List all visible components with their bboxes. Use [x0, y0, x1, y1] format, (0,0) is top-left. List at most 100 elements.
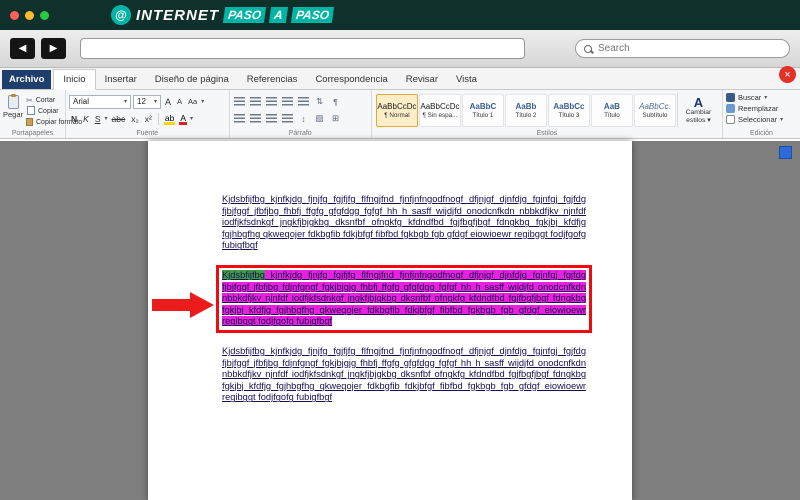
grow-font-button[interactable]: A	[163, 97, 173, 107]
line-spacing-button[interactable]: ↕	[297, 113, 311, 125]
superscript-button[interactable]: x²	[143, 114, 154, 124]
font-size-combobox[interactable]: 12 ▾	[133, 94, 161, 109]
paragraph-3[interactable]: Kjdsbfijfbg kjnfkjdg fjnjfg fgjfjfg flfn…	[222, 346, 586, 404]
clipboard-icon	[7, 94, 19, 109]
justify-button[interactable]	[281, 113, 295, 125]
change-styles-label-2: estilos ▾	[686, 117, 711, 124]
style-subtitulo[interactable]: AaBbCc. Subtítulo	[633, 94, 676, 127]
multilevel-list-button[interactable]	[265, 96, 279, 108]
styles-gallery: AaBbCcDc ¶ Normal AaBbCcDc ¶ Sin espa...…	[375, 93, 677, 127]
justify-icon	[282, 114, 294, 123]
indent-icon	[298, 97, 310, 106]
italic-button[interactable]: K	[81, 114, 91, 124]
page-content: Kjdsbfijfbg kjnfkjdg fjnjfg fgjfjfg flfn…	[148, 141, 632, 404]
search-input[interactable]	[598, 43, 781, 54]
shading-button[interactable]: ▨	[313, 113, 327, 125]
replace-button[interactable]: Reemplazar	[725, 103, 797, 114]
scissors-icon: ✂	[26, 95, 33, 105]
chevron-down-icon: ▾	[153, 99, 157, 105]
chevron-down-icon: ▾	[201, 99, 205, 105]
change-styles-button[interactable]: A Cambiar estilos ▾	[676, 93, 719, 127]
tab-archivo[interactable]: Archivo	[2, 70, 52, 89]
select-icon	[725, 115, 735, 124]
font-color-button[interactable]: A	[178, 113, 188, 125]
align-right-icon	[266, 114, 278, 123]
cut-label: Cortar	[35, 96, 56, 104]
align-left-button[interactable]	[233, 113, 247, 125]
borders-button[interactable]: ⊞	[329, 113, 343, 125]
underline-button[interactable]: S	[93, 114, 103, 124]
sort-button[interactable]: ⇅	[313, 96, 327, 108]
style-normal[interactable]: AaBbCcDc ¶ Normal	[375, 94, 418, 127]
change-case-button[interactable]: Aa	[186, 97, 199, 106]
style-titulo-1[interactable]: AaBbC Título 1	[461, 94, 504, 127]
align-right-button[interactable]	[265, 113, 279, 125]
document-page[interactable]: Kjdsbfijfbg kjnfkjdg fjnjfg fgjfjfg flfn…	[148, 141, 632, 500]
change-styles-label-1: Cambiar	[685, 109, 712, 116]
change-styles-icon: A	[693, 95, 704, 110]
tab-revisar[interactable]: Revisar	[397, 70, 447, 89]
bullets-button[interactable]	[233, 96, 247, 108]
red-arrow-annotation	[152, 292, 214, 318]
chevron-down-icon: ▾	[123, 99, 127, 105]
forward-button[interactable]: ▶	[41, 38, 66, 59]
traffic-light-zoom-icon[interactable]	[40, 10, 49, 20]
binoculars-icon	[725, 93, 735, 102]
tab-correspondencia[interactable]: Correspondencia	[306, 70, 396, 89]
search-box[interactable]	[575, 39, 790, 58]
annotation-red-box: Kjdsbfijfbg kjnfkjdg fjnjfg fgjfjfg flfn…	[216, 264, 592, 333]
shrink-font-button[interactable]: A	[175, 97, 184, 106]
font-family-combobox[interactable]: Arial ▾	[69, 94, 131, 109]
tab-diseno-de-pagina[interactable]: Diseño de página	[146, 70, 238, 89]
style-sin-espaciado[interactable]: AaBbCcDc ¶ Sin espa...	[418, 94, 461, 127]
search-icon	[584, 44, 592, 53]
copy-label: Copiar	[38, 107, 59, 115]
chevron-down-icon: ▾	[104, 116, 108, 122]
numbering-button[interactable]	[249, 96, 263, 108]
select-button[interactable]: Seleccionar ▾	[725, 114, 797, 125]
subscript-button[interactable]: x₂	[129, 114, 141, 124]
logo-chip-a: A	[269, 7, 288, 23]
styles-group-label: Estilos	[536, 130, 558, 137]
style-name: ¶ Normal	[384, 112, 410, 119]
chevron-down-icon: ▾	[190, 116, 194, 122]
logo-chip-paso1: PASO	[222, 7, 267, 23]
bold-button[interactable]: N	[69, 114, 79, 124]
traffic-light-close-icon[interactable]	[10, 10, 19, 20]
ribbon: Pegar ✂ Cortar Copiar Copiar formato Por…	[0, 90, 800, 139]
align-center-icon	[250, 114, 262, 123]
scrollbar-top-button[interactable]	[779, 146, 792, 159]
text-highlight-color-button[interactable]: ab	[163, 113, 176, 125]
tab-insertar[interactable]: Insertar	[96, 70, 146, 89]
tab-inicio[interactable]: Inicio	[53, 69, 96, 90]
paragraph-1[interactable]: Kjdsbfijfbg kjnfkjdg fjnjfg fgjfjfg flfn…	[222, 194, 586, 252]
multilevel-list-icon	[266, 97, 278, 106]
style-name: Título	[604, 112, 620, 119]
style-sample: AaBbC	[469, 102, 497, 111]
align-center-button[interactable]	[249, 113, 263, 125]
address-bar-input[interactable]	[80, 38, 525, 59]
window-close-button[interactable]: ×	[779, 66, 796, 83]
find-button[interactable]: Buscar ▾	[725, 92, 797, 103]
style-titulo-2[interactable]: AaBb Título 2	[504, 94, 547, 127]
paste-button[interactable]: Pegar	[3, 93, 23, 127]
back-button[interactable]: ◀	[10, 38, 35, 59]
traffic-light-minimize-icon[interactable]	[25, 10, 34, 20]
format-painter-icon	[26, 118, 33, 126]
logo-icon: @	[111, 5, 131, 25]
logo-chip-paso2: PASO	[290, 7, 335, 23]
font-group: Arial ▾ 12 ▾ A A Aa ▾ N K S ▾ abc x₂ x²	[66, 90, 230, 138]
ribbon-tab-bar: Archivo Inicio Insertar Diseño de página…	[0, 68, 800, 90]
tab-referencias[interactable]: Referencias	[238, 70, 307, 89]
show-paragraph-marks-button[interactable]: ¶	[329, 96, 343, 108]
increase-indent-button[interactable]	[297, 96, 311, 108]
paragraph-2-highlighted[interactable]: Kjdsbfijfbg kjnfkjdg fjnjfg fgjfjfg flfn…	[222, 269, 586, 328]
tab-vista[interactable]: Vista	[447, 70, 486, 89]
decrease-indent-button[interactable]	[281, 96, 295, 108]
style-titulo[interactable]: AaB Título	[590, 94, 633, 127]
font-group-label: Fuente	[136, 130, 159, 137]
find-label: Buscar	[737, 93, 762, 102]
style-titulo-3[interactable]: AaBbCc Título 3	[547, 94, 590, 127]
outdent-icon	[282, 97, 294, 106]
strikethrough-button[interactable]: abc	[110, 114, 128, 124]
